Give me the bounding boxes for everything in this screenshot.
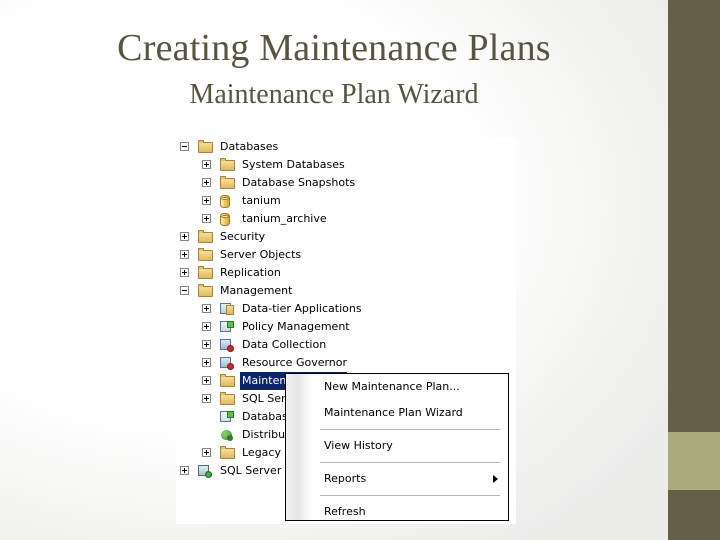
menu-separator (320, 462, 500, 463)
tree-item-label: Data-tier Applications (242, 302, 362, 315)
tree-item-resource-governor[interactable]: Resource Governor (176, 354, 516, 372)
tree-item-security[interactable]: Security (176, 228, 516, 246)
folder-icon (198, 266, 213, 279)
folder-icon (220, 374, 235, 387)
folder-icon (220, 446, 235, 459)
policy-icon (220, 321, 234, 334)
menu-item-refresh[interactable]: Refresh (286, 499, 508, 525)
tree-item-label: tanium_archive (242, 212, 327, 225)
sql-agent-icon (198, 465, 212, 478)
tree-item-management[interactable]: Management (176, 282, 516, 300)
expand-icon[interactable] (202, 358, 211, 367)
tree-item-policy-management[interactable]: Policy Management (176, 318, 516, 336)
tree-item-label: Replication (220, 266, 281, 279)
expand-icon[interactable] (202, 340, 211, 349)
right-accent-bar-light (668, 432, 720, 490)
menu-item-view-history[interactable]: View History (286, 433, 508, 459)
menu-item-label: Refresh (324, 505, 366, 518)
menu-item-label: Maintenance Plan Wizard (324, 406, 463, 419)
tree-item-label: Security (220, 230, 266, 243)
folder-icon (198, 284, 213, 297)
tree-item-label: Databases (220, 140, 279, 153)
tree-item-label: tanium (242, 194, 281, 207)
dtc-icon (220, 429, 234, 442)
context-menu[interactable]: New Maintenance Plan... Maintenance Plan … (285, 373, 509, 521)
tree-item-tanium-archive[interactable]: tanium_archive (176, 210, 516, 228)
tree-item-label: Database Snapshots (242, 176, 356, 189)
folder-icon (220, 158, 235, 171)
expand-icon[interactable] (180, 466, 189, 475)
menu-separator (320, 495, 500, 496)
tree-item-label: Management (220, 284, 293, 297)
expand-icon[interactable] (202, 394, 211, 403)
tree-item-databases[interactable]: Databases (176, 138, 516, 156)
expand-icon[interactable] (202, 304, 211, 313)
menu-item-label: Reports (324, 472, 367, 485)
menu-item-label: New Maintenance Plan... (324, 380, 460, 393)
collapse-icon[interactable] (180, 286, 189, 295)
expand-icon[interactable] (180, 232, 189, 241)
database-icon (220, 195, 230, 208)
submenu-arrow-icon (493, 475, 498, 483)
tree-item-server-objects[interactable]: Server Objects (176, 246, 516, 264)
expand-icon[interactable] (180, 268, 189, 277)
folder-icon (220, 176, 235, 189)
expand-icon[interactable] (202, 322, 211, 331)
folder-icon (220, 392, 235, 405)
tree-item-label: Legacy (242, 446, 281, 459)
expand-icon[interactable] (202, 178, 211, 187)
folder-icon (198, 230, 213, 243)
expand-icon[interactable] (202, 196, 211, 205)
expand-icon[interactable] (202, 376, 211, 385)
menu-item-reports[interactable]: Reports (286, 466, 508, 492)
tree-item-label: Data Collection (242, 338, 327, 351)
expand-icon[interactable] (202, 214, 211, 223)
database-icon (220, 213, 230, 226)
page-subtitle: Maintenance Plan Wizard (189, 79, 479, 110)
tree-item-label: Policy Management (242, 320, 350, 333)
database-mail-icon (220, 411, 234, 424)
menu-item-new-maintenance-plan[interactable]: New Maintenance Plan... (286, 374, 508, 400)
data-collection-icon (220, 339, 234, 352)
menu-item-label: View History (324, 439, 393, 452)
resource-governor-icon (220, 357, 234, 370)
tree-item-tanium[interactable]: tanium (176, 192, 516, 210)
collapse-icon[interactable] (180, 142, 189, 151)
tree-item-label: Resource Governor (242, 356, 348, 369)
folder-icon (198, 140, 213, 153)
folder-icon (198, 248, 213, 261)
tree-item-label: Server Objects (220, 248, 302, 261)
tree-item-data-tier-applications[interactable]: Data-tier Applications (176, 300, 516, 318)
tree-item-data-collection[interactable]: Data Collection (176, 336, 516, 354)
tree-item-database-snapshots[interactable]: Database Snapshots (176, 174, 516, 192)
tree-item-replication[interactable]: Replication (176, 264, 516, 282)
expand-icon[interactable] (180, 250, 189, 259)
expand-icon[interactable] (202, 448, 211, 457)
expand-icon[interactable] (202, 160, 211, 169)
tree-item-system-databases[interactable]: System Databases (176, 156, 516, 174)
page-title: Creating Maintenance Plans (117, 27, 551, 69)
menu-separator (320, 429, 500, 430)
tree-item-label: System Databases (242, 158, 345, 171)
menu-item-maintenance-plan-wizard[interactable]: Maintenance Plan Wizard (286, 400, 508, 426)
data-tier-icon (220, 303, 234, 316)
